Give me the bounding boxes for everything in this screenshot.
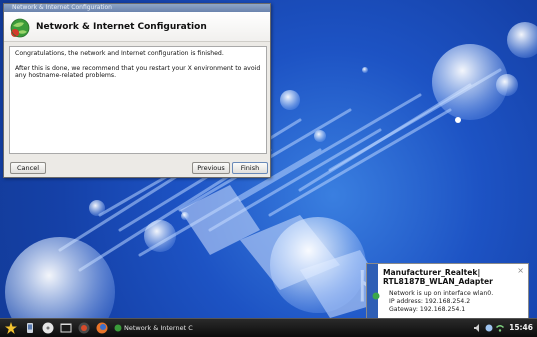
cancel-button[interactable]: Cancel: [10, 162, 46, 174]
disk-icon[interactable]: [42, 322, 54, 334]
globe-network-icon: [10, 18, 30, 38]
taskbar: Network & Internet C 15:46: [0, 318, 537, 337]
message-congrats: Congratulations, the network and Interne…: [15, 50, 224, 57]
dialog-header: Network & Internet Configuration: [4, 12, 270, 42]
notification-stripe: [367, 264, 378, 318]
taskbar-window-entry[interactable]: Network & Internet C: [112, 321, 198, 335]
network-icon[interactable]: [485, 324, 493, 332]
network-config-dialog: Network & Internet Configuration Network…: [3, 3, 271, 178]
previous-button[interactable]: Previous: [192, 162, 230, 174]
notification-gateway-line: Gateway: 192.168.254.1: [389, 306, 466, 313]
taskbar-window-label: Network & Internet C: [124, 324, 193, 332]
firefox-icon[interactable]: [96, 322, 108, 334]
desktop: ﾄ Network & Internet Configuration Netwo…: [0, 0, 537, 337]
message-restart: After this is done, we recommend that yo…: [15, 64, 261, 80]
network-notification[interactable]: Manufacturer_Realtek| RTL8187B_WLAN_Adap…: [366, 263, 529, 319]
close-icon[interactable]: ×: [517, 266, 524, 275]
clock[interactable]: 15:46: [509, 322, 533, 334]
notification-interface-line: Network is up on interface wlan0.: [389, 290, 494, 297]
volume-icon[interactable]: [474, 324, 482, 332]
wifi-icon[interactable]: [496, 324, 504, 332]
network-status-icon: [372, 292, 380, 300]
finish-button[interactable]: Finish: [232, 162, 268, 174]
terminal-icon[interactable]: [60, 322, 72, 334]
dialog-heading: Network & Internet Configuration: [36, 22, 207, 32]
dialog-message-box: Congratulations, the network and Interne…: [9, 46, 267, 154]
globe-network-icon: [114, 324, 122, 332]
notification-body: Network is up on interface wlan0. IP add…: [389, 290, 493, 314]
mandriva-star-icon[interactable]: [5, 322, 17, 334]
window-titlebar[interactable]: Network & Internet Configuration: [4, 4, 270, 12]
mobile-device-icon[interactable]: [24, 322, 36, 334]
settings-icon[interactable]: [78, 322, 90, 334]
notification-ip-line: IP address: 192.168.254.2: [389, 298, 471, 305]
notification-title: Manufacturer_Realtek| RTL8187B_WLAN_Adap…: [383, 268, 493, 286]
